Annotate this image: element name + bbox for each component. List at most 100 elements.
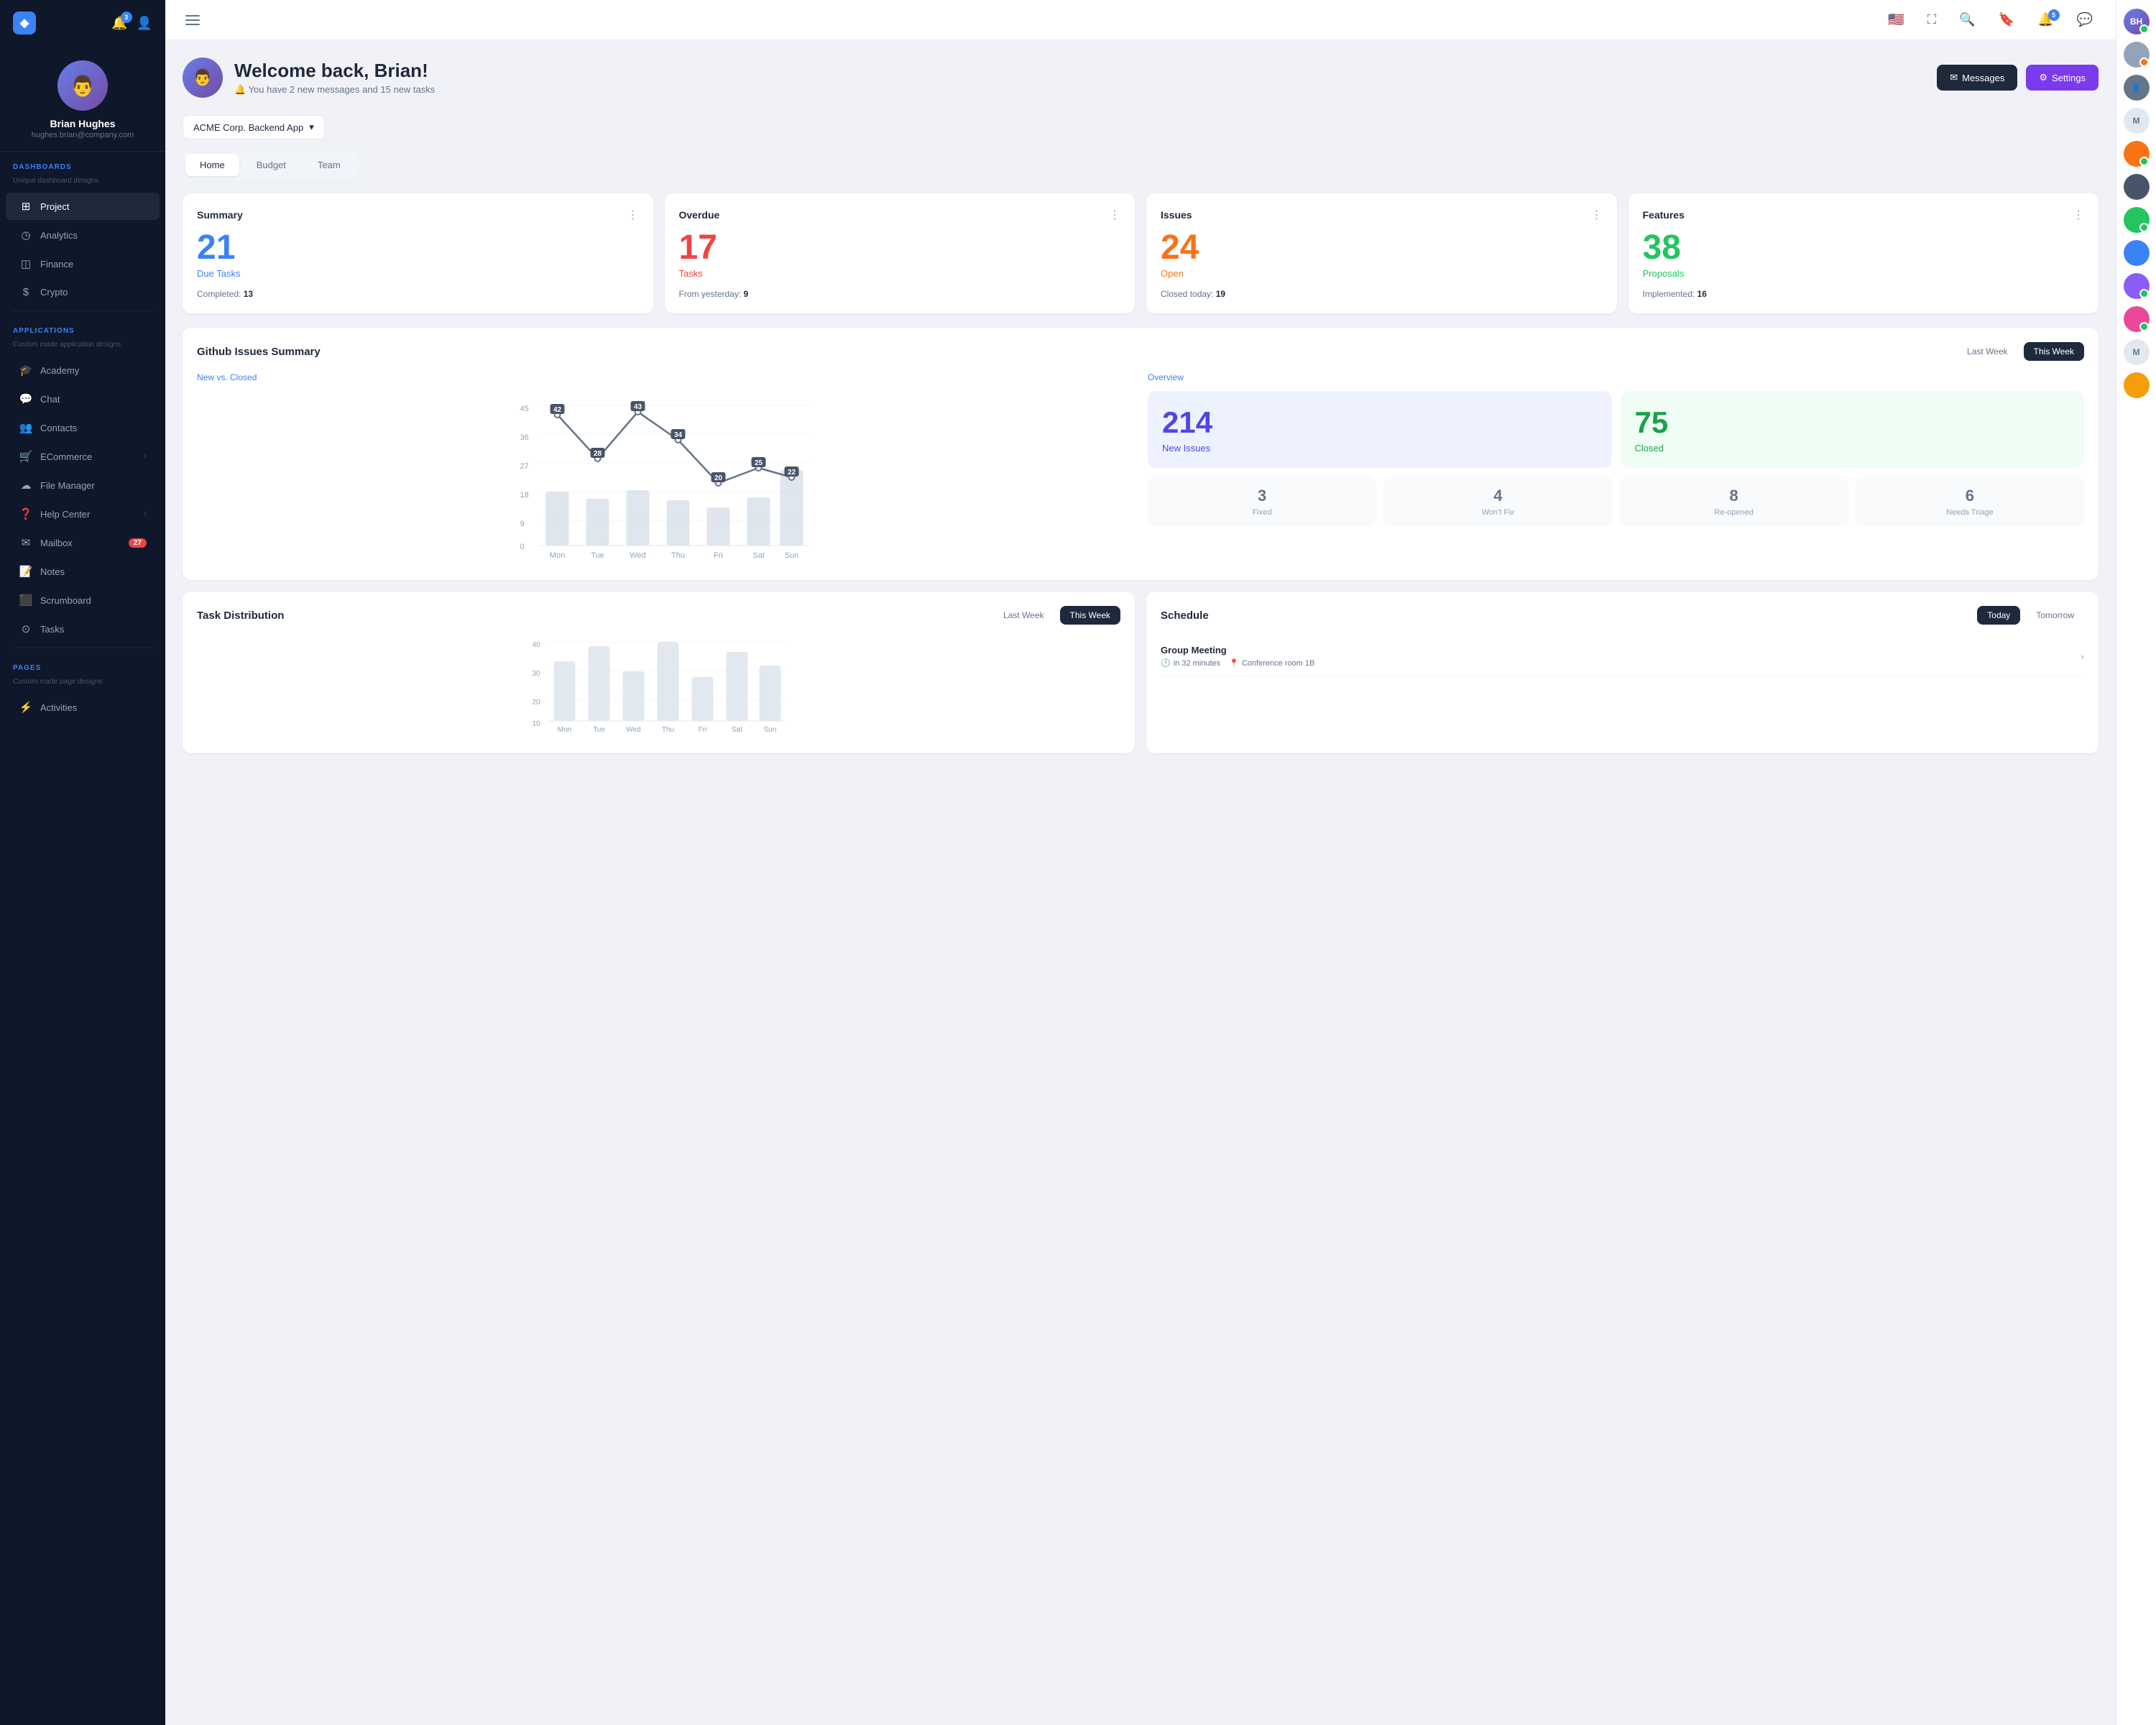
project-dropdown[interactable]: ACME Corp. Backend App ▾ (183, 115, 325, 139)
this-week-toggle[interactable]: This Week (2024, 342, 2084, 361)
right-avatar-11[interactable]: M (2124, 339, 2150, 365)
right-avatar-6[interactable] (2124, 174, 2150, 200)
sidebar-item-label: Crypto (40, 287, 147, 298)
issues-label: Open (1161, 268, 1603, 279)
main-content: 🇺🇸 ⛶ 🔍 🔖 🔔 5 💬 👨 Welcome back, Brian! 🔔 … (165, 0, 2116, 1725)
event-chevron[interactable]: › (2081, 651, 2084, 662)
closed-issues-label: Closed (1635, 443, 2070, 454)
sidebar-item-ecommerce[interactable]: 🛒 ECommerce › (6, 443, 160, 470)
help-icon: ❓ (19, 507, 33, 520)
messages-button[interactable]: 💬 (2071, 9, 2099, 30)
right-avatar-9[interactable] (2124, 273, 2150, 299)
overview-panel: Overview 214 New Issues 75 Closed (1148, 372, 2084, 566)
features-footer: Implemented: 16 (1643, 289, 2085, 299)
svg-text:42: 42 (553, 406, 562, 414)
sidebar: ◆ 🔔 3 👤 👨 Brian Hughes hughes.brian@comp… (0, 0, 165, 1725)
sidebar-item-label: ECommerce (40, 451, 137, 462)
sidebar-item-chat[interactable]: 💬 Chat (6, 385, 160, 413)
task-last-week-toggle[interactable]: Last Week (993, 606, 1054, 625)
user-profile-button[interactable]: 👤 (137, 16, 152, 31)
right-avatar-7[interactable] (2124, 207, 2150, 233)
sidebar-item-notes[interactable]: 📝 Notes (6, 558, 160, 585)
notifications-button[interactable]: 🔔 5 (2032, 9, 2059, 30)
summary-number: 21 (197, 231, 639, 265)
right-avatar-5[interactable] (2124, 141, 2150, 167)
right-avatar-8[interactable] (2124, 240, 2150, 266)
right-sidebar: BH 👤 M M (2116, 0, 2156, 1725)
sidebar-item-activities[interactable]: ⚡ Activities (6, 694, 160, 721)
tab-team[interactable]: Team (303, 154, 355, 176)
issues-footer: Closed today: 19 (1161, 289, 1603, 299)
last-week-toggle[interactable]: Last Week (1957, 342, 2017, 361)
app-logo[interactable]: ◆ (13, 12, 36, 34)
overdue-footer: From yesterday: 9 (679, 289, 1121, 299)
fullscreen-button[interactable]: ⛶ (1922, 9, 1943, 30)
page-content: 👨 Welcome back, Brian! 🔔 You have 2 new … (165, 40, 2116, 1725)
pages-label: PAGES (0, 653, 165, 676)
summary-title: Summary (197, 209, 243, 221)
github-issues-card: Github Issues Summary Last Week This Wee… (183, 328, 2099, 580)
bookmark-button[interactable]: 🔖 (1993, 9, 2020, 30)
sidebar-item-label: Scrumboard (40, 595, 147, 606)
svg-text:Sun: Sun (764, 726, 777, 734)
reopened-label: Re-opened (1630, 508, 1838, 517)
tomorrow-toggle[interactable]: Tomorrow (2026, 606, 2084, 625)
new-issues-label: New Issues (1162, 443, 1598, 454)
sidebar-item-mailbox[interactable]: ✉ Mailbox 27 (6, 529, 160, 556)
tab-budget[interactable]: Budget (242, 154, 300, 176)
sidebar-top: ◆ 🔔 3 👤 (0, 0, 165, 46)
hamburger-menu[interactable] (183, 12, 203, 28)
task-this-week-toggle[interactable]: This Week (1060, 606, 1120, 625)
project-icon: ⊞ (19, 200, 33, 213)
right-avatar-2[interactable] (2124, 42, 2150, 68)
user-email: hughes.brian@company.com (32, 131, 134, 139)
wont-fix-number: 4 (1393, 487, 1602, 505)
issues-menu[interactable]: ⋮ (1591, 208, 1603, 222)
welcome-subtext: 🔔 You have 2 new messages and 15 new tas… (234, 84, 435, 96)
flag-button[interactable]: 🇺🇸 (1882, 9, 1909, 30)
right-avatar-4[interactable]: M (2124, 108, 2150, 134)
search-button[interactable]: 🔍 (1953, 9, 1981, 30)
sidebar-item-crypto[interactable]: $ Crypto (6, 279, 160, 305)
features-menu[interactable]: ⋮ (2073, 208, 2084, 222)
summary-menu[interactable]: ⋮ (627, 208, 639, 222)
svg-text:45: 45 (520, 405, 529, 413)
sidebar-item-file-manager[interactable]: ☁ File Manager (6, 472, 160, 499)
sidebar-item-finance[interactable]: ◫ Finance (6, 250, 160, 277)
right-avatar-3[interactable]: 👤 (2124, 75, 2150, 101)
file-manager-icon: ☁ (19, 479, 33, 492)
user-name: Brian Hughes (50, 118, 115, 129)
messages-button[interactable]: ✉ Messages (1937, 65, 2017, 91)
time-icon: 🕐 (1161, 658, 1171, 668)
overdue-menu[interactable]: ⋮ (1109, 208, 1120, 222)
right-avatar-10[interactable] (2124, 306, 2150, 332)
github-chart-svg: 45 36 27 18 9 0 (197, 391, 1133, 564)
sidebar-item-analytics[interactable]: ◷ Analytics (6, 221, 160, 249)
topbar: 🇺🇸 ⛶ 🔍 🔖 🔔 5 💬 (165, 0, 2116, 40)
analytics-icon: ◷ (19, 229, 33, 242)
finance-icon: ◫ (19, 257, 33, 270)
svg-text:Fri: Fri (714, 551, 723, 560)
sidebar-item-academy[interactable]: 🎓 Academy (6, 356, 160, 384)
tab-home[interactable]: Home (185, 154, 239, 176)
svg-text:10: 10 (533, 720, 541, 728)
sidebar-item-scrumboard[interactable]: ⬛ Scrumboard (6, 586, 160, 614)
sidebar-item-help-center[interactable]: ❓ Help Center › (6, 500, 160, 528)
sidebar-item-label: Contacts (40, 423, 147, 433)
sidebar-item-project[interactable]: ⊞ Project (6, 193, 160, 220)
sidebar-item-contacts[interactable]: 👥 Contacts (6, 414, 160, 441)
dropdown-chevron: ▾ (309, 121, 314, 133)
sidebar-item-label: Academy (40, 365, 147, 376)
settings-button[interactable]: ⚙ Settings (2026, 65, 2099, 91)
today-toggle[interactable]: Today (1977, 606, 2020, 625)
svg-text:Tue: Tue (593, 726, 605, 734)
sidebar-item-label: Activities (40, 702, 147, 713)
sidebar-item-tasks[interactable]: ⊙ Tasks (6, 615, 160, 643)
right-avatar-1[interactable]: BH (2124, 9, 2150, 34)
svg-text:Thu: Thu (662, 726, 674, 734)
notifications-button[interactable]: 🔔 3 (111, 16, 127, 31)
features-title: Features (1643, 209, 1685, 221)
github-title: Github Issues Summary (197, 346, 321, 358)
right-avatar-12[interactable] (2124, 372, 2150, 398)
svg-text:20: 20 (533, 699, 541, 707)
